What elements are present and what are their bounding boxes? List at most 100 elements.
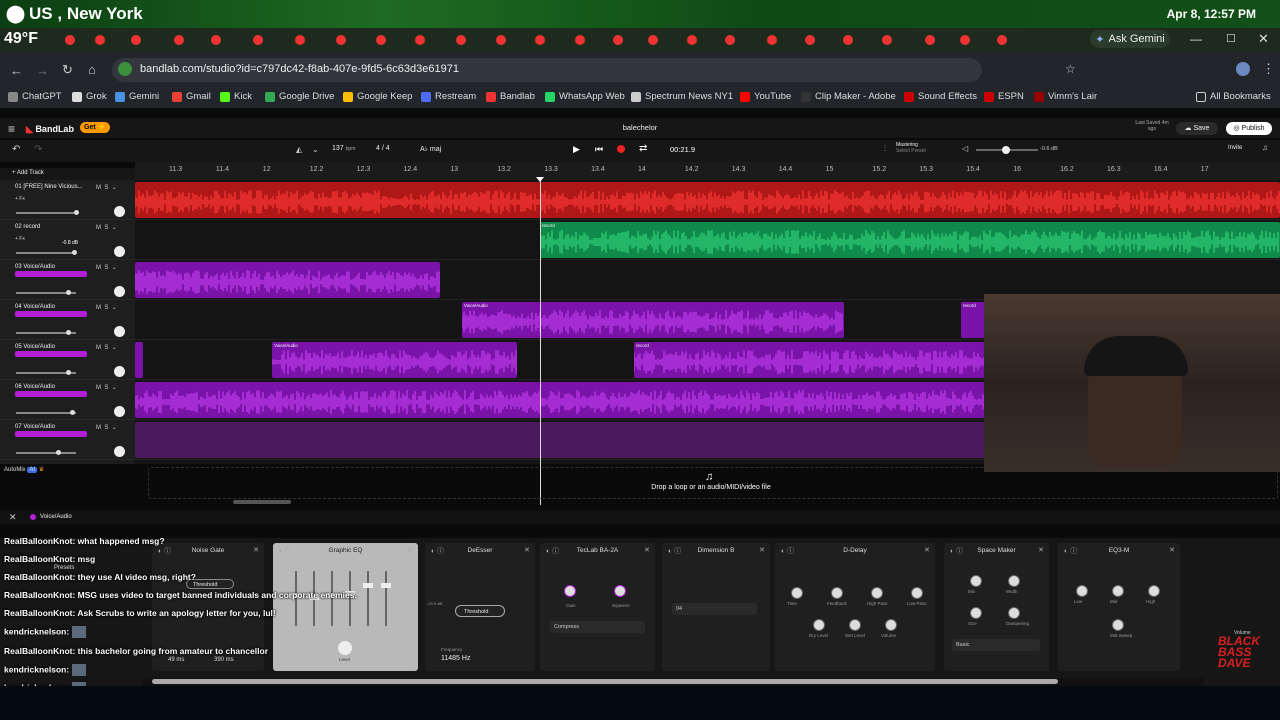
eq3-dial[interactable] bbox=[1076, 585, 1088, 597]
bookmark-13[interactable]: Sound Effects bbox=[904, 91, 977, 102]
browser-tab[interactable] bbox=[992, 31, 1014, 49]
pan-knob[interactable] bbox=[114, 246, 125, 257]
skip-back-button[interactable]: ⏮ bbox=[595, 144, 603, 155]
audio-clip[interactable] bbox=[135, 262, 440, 298]
browser-tab[interactable] bbox=[838, 31, 860, 49]
project-title[interactable]: balechelor bbox=[540, 123, 740, 132]
metronome-icon[interactable]: ◭ bbox=[296, 145, 302, 154]
loop-button[interactable]: ⇄ bbox=[639, 143, 647, 154]
browser-tab[interactable] bbox=[451, 31, 473, 49]
audio-clip[interactable]: Voice/Audio bbox=[272, 342, 517, 378]
browser-tab[interactable] bbox=[90, 31, 112, 49]
bookmark-3[interactable]: Gmail bbox=[172, 91, 211, 102]
eq-fader[interactable] bbox=[327, 571, 337, 626]
eq-fader-thumb[interactable] bbox=[291, 593, 301, 598]
browser-tab[interactable] bbox=[290, 31, 312, 49]
scrollbar-thumb[interactable] bbox=[152, 679, 1058, 684]
effect-card-2[interactable]: DeEsser ◐ ⓘ ✕ Threshold -29.9 dB Frequenc… bbox=[425, 543, 535, 671]
preset-tag[interactable] bbox=[15, 271, 87, 277]
volume-thumb[interactable] bbox=[66, 290, 71, 295]
playhead[interactable] bbox=[540, 180, 541, 505]
remove-effect-icon[interactable]: ✕ bbox=[524, 546, 530, 554]
audio-clip[interactable]: Voice/Audio bbox=[462, 302, 844, 338]
record-button[interactable] bbox=[617, 145, 625, 153]
power-toggle-icon[interactable]: ◐ ⓘ bbox=[1064, 546, 1077, 556]
get-membership-badge[interactable]: Get ⚡ bbox=[80, 122, 111, 133]
forward-icon[interactable]: → bbox=[36, 63, 49, 78]
eq-fader-thumb[interactable] bbox=[363, 583, 373, 588]
add-fx-button[interactable]: + Fx bbox=[15, 236, 25, 242]
undo-icon[interactable]: ↶ bbox=[12, 144, 20, 155]
track-name[interactable]: 03 Voice/Audio bbox=[15, 264, 55, 270]
audio-clip[interactable]: record bbox=[540, 222, 1280, 258]
mastering-selector[interactable]: Mastering Select Preset bbox=[896, 142, 926, 154]
track-volume-slider[interactable] bbox=[16, 210, 79, 215]
track-volume-slider[interactable] bbox=[16, 410, 76, 415]
home-icon[interactable]: ⌂ bbox=[88, 62, 96, 77]
eq-fader-thumb[interactable] bbox=[327, 593, 337, 598]
mute-solo-buttons[interactable]: M S ⌄ bbox=[96, 384, 117, 391]
delay-dial[interactable] bbox=[831, 587, 843, 599]
playhead-marker-icon[interactable] bbox=[536, 177, 544, 182]
automix-toggle[interactable]: AutoMix AI ♛ bbox=[0, 466, 135, 480]
dimension-select[interactable]: 04 bbox=[672, 603, 757, 615]
level-knob[interactable] bbox=[338, 641, 352, 655]
browser-tab[interactable] bbox=[800, 31, 822, 49]
bookmark-11[interactable]: YouTube bbox=[740, 91, 791, 102]
power-toggle-icon[interactable]: ◐ ⓘ bbox=[279, 546, 292, 556]
track-name[interactable]: 02 record bbox=[15, 224, 40, 230]
master-volume-slider[interactable] bbox=[976, 146, 1038, 154]
maximize-button[interactable]: ☐ bbox=[1226, 32, 1236, 45]
mute-solo-buttons[interactable]: M S ⌄ bbox=[96, 224, 117, 231]
bookmark-6[interactable]: Google Keep bbox=[343, 91, 412, 102]
menu-icon[interactable]: ⋮ bbox=[1262, 61, 1275, 77]
notification-bell-icon[interactable]: ♫ bbox=[1262, 143, 1268, 152]
track-header-01[interactable]: 01 [FREE] Nine Vicious... M S ⌄ + Fx bbox=[0, 180, 135, 220]
gain-dial[interactable] bbox=[564, 585, 576, 597]
power-toggle-icon[interactable]: ◐ ⓘ bbox=[668, 546, 681, 556]
effect-card-6[interactable]: Space Maker ◐ ⓘ ✕ Mix Width Size Dampening Ba… bbox=[944, 543, 1049, 671]
track-name[interactable]: 05 Voice/Audio bbox=[15, 344, 55, 350]
bookmark-9[interactable]: WhatsApp Web bbox=[545, 91, 625, 102]
pan-knob[interactable] bbox=[114, 406, 125, 417]
url-input[interactable]: bandlab.com/studio?id=c797dc42-f8ab-407e… bbox=[112, 58, 982, 82]
all-bookmarks-button[interactable]: All Bookmarks bbox=[1196, 91, 1271, 102]
effect-card-3[interactable]: TecLab BA-2A ◐ ⓘ ✕ Gain Squeeze Compress bbox=[540, 543, 655, 671]
delay-dial[interactable] bbox=[849, 619, 861, 631]
bookmark-15[interactable]: Vimm's Lair bbox=[1034, 91, 1097, 102]
effect-card-4[interactable]: Dimension B ◐ ⓘ ✕ 04 bbox=[662, 543, 770, 671]
squeeze-dial[interactable] bbox=[614, 585, 626, 597]
track-volume-slider[interactable] bbox=[16, 290, 76, 295]
invite-button[interactable]: Invite bbox=[1228, 145, 1242, 151]
reload-icon[interactable]: ↻ bbox=[62, 62, 73, 78]
browser-tab[interactable] bbox=[682, 31, 704, 49]
bookmark-12[interactable]: Clip Maker - Adobe bbox=[801, 91, 896, 102]
remove-effect-icon[interactable]: ✕ bbox=[1038, 546, 1044, 554]
track-header-03[interactable]: 03 Voice/Audio M S ⌄ bbox=[0, 260, 135, 300]
pan-knob[interactable] bbox=[114, 326, 125, 337]
bandlab-logo[interactable]: ◣ BandLab bbox=[26, 124, 74, 135]
track-volume-slider[interactable] bbox=[16, 330, 76, 335]
power-toggle-icon[interactable]: ◐ ⓘ bbox=[431, 546, 444, 556]
mute-solo-buttons[interactable]: M S ⌄ bbox=[96, 264, 117, 271]
delay-dial[interactable] bbox=[911, 587, 923, 599]
volume-thumb[interactable] bbox=[72, 250, 77, 255]
track-volume-slider[interactable] bbox=[16, 250, 77, 255]
bookmark-7[interactable]: Restream bbox=[421, 91, 476, 102]
eq-fader[interactable] bbox=[345, 571, 355, 626]
minimize-button[interactable]: — bbox=[1190, 32, 1202, 46]
eq-fader-thumb[interactable] bbox=[345, 591, 355, 596]
track-name[interactable]: 04 Voice/Audio bbox=[15, 304, 55, 310]
track-volume-slider[interactable] bbox=[16, 370, 76, 375]
delay-dial[interactable] bbox=[813, 619, 825, 631]
tempo-display[interactable]: 137 bpm bbox=[332, 145, 355, 152]
mute-solo-buttons[interactable]: M S ⌄ bbox=[96, 304, 117, 311]
volume-thumb[interactable] bbox=[66, 370, 71, 375]
track-name[interactable]: 07 Voice/Audio bbox=[15, 424, 55, 430]
browser-tab[interactable] bbox=[410, 31, 432, 49]
eq-fader[interactable] bbox=[363, 571, 373, 626]
close-window-button[interactable]: ✕ bbox=[1258, 31, 1269, 47]
pan-knob[interactable] bbox=[114, 446, 125, 457]
browser-tab[interactable] bbox=[491, 31, 513, 49]
effect-card-1[interactable]: Graphic EQ ◐ ⓘ ✕ Level bbox=[273, 543, 418, 671]
